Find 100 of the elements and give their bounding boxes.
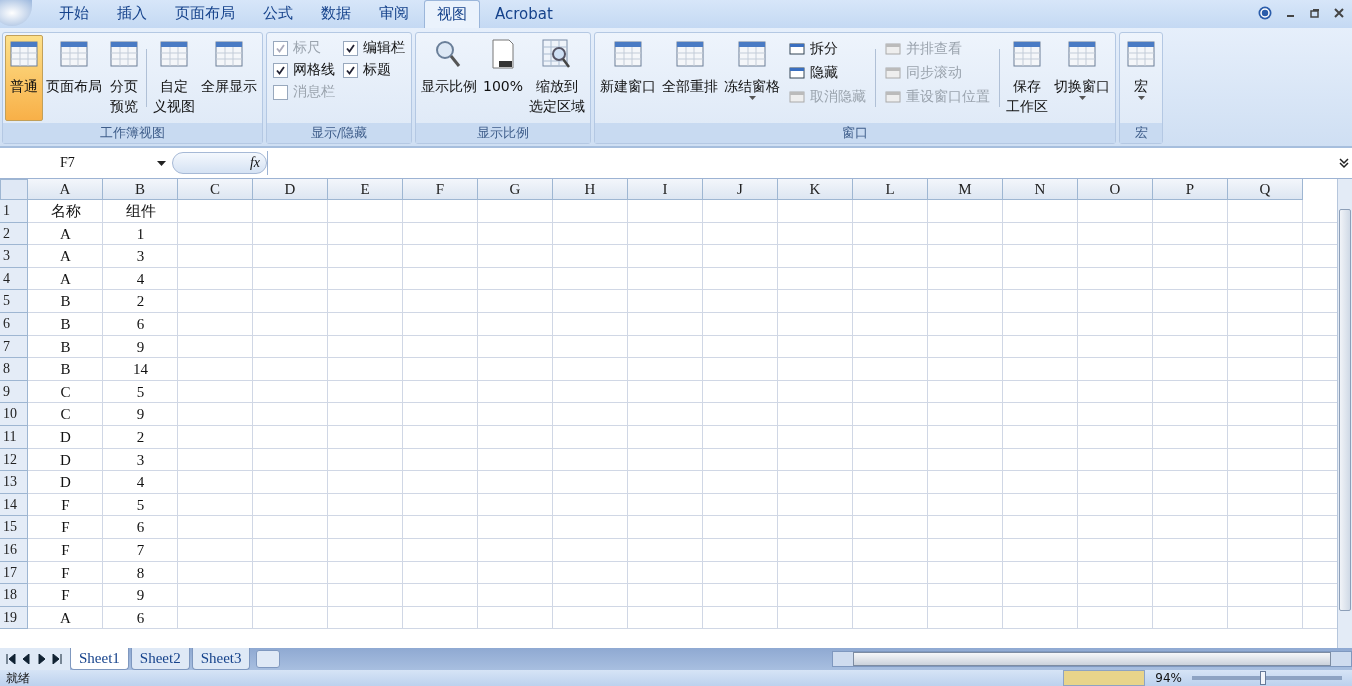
table-cell: 组件	[125, 203, 156, 219]
expand-icon[interactable]	[1338, 157, 1350, 169]
ribbon-tab[interactable]: 审阅	[366, 0, 422, 28]
ribbon-button[interactable]: 保存 工作区	[1003, 35, 1052, 121]
row-header[interactable]: 4	[0, 267, 28, 291]
table-cell: 2	[136, 428, 145, 445]
sheet-tab[interactable]: Sheet3	[191, 648, 251, 670]
ribbon-tab[interactable]: 公式	[250, 0, 306, 28]
vertical-scrollbar[interactable]	[1337, 179, 1352, 648]
ribbon-small-button[interactable]: 隐藏	[787, 63, 869, 83]
table-cell: F	[61, 587, 70, 604]
window-icon	[1066, 38, 1099, 70]
column-header[interactable]: I	[628, 179, 703, 200]
checkbox-option[interactable]: 网格线	[273, 61, 335, 79]
row-header[interactable]: 6	[0, 312, 28, 336]
column-header[interactable]: M	[928, 179, 1003, 200]
ribbon-small-button[interactable]: 拆分	[787, 39, 869, 59]
column-header[interactable]: A	[28, 179, 103, 200]
column-header[interactable]: K	[778, 179, 853, 200]
close-icon[interactable]	[1334, 8, 1344, 18]
row-header[interactable]: 10	[0, 403, 28, 426]
window-icon	[789, 43, 806, 55]
column-header[interactable]: P	[1153, 179, 1228, 200]
check-icon	[345, 42, 356, 54]
table-cell: A	[60, 609, 71, 626]
ribbon-button[interactable]: 宏	[1122, 35, 1161, 121]
column-header[interactable]: J	[703, 179, 778, 200]
ribbon-button[interactable]: 页面布局	[43, 35, 105, 121]
column-header[interactable]: D	[253, 179, 328, 200]
row-header[interactable]: 19	[0, 606, 28, 630]
column-header[interactable]: E	[328, 179, 403, 200]
row-header[interactable]: 12	[0, 448, 28, 472]
check-icon	[345, 64, 356, 76]
sheet-tab[interactable]: Sheet1	[70, 648, 129, 670]
horizontal-scrollbar[interactable]	[832, 651, 1352, 667]
checkbox-option[interactable]: 编辑栏	[343, 39, 405, 57]
table-cell: 4	[136, 270, 145, 287]
column-header[interactable]: O	[1078, 179, 1153, 200]
row-header[interactable]: 16	[0, 538, 28, 562]
insert-sheet-icon[interactable]	[256, 650, 281, 668]
help-icon[interactable]	[1258, 6, 1272, 20]
row-header[interactable]: 13	[0, 471, 28, 494]
table-cell: 14	[133, 361, 148, 378]
ribbon-button[interactable]: 新建窗口	[597, 35, 660, 121]
row-header[interactable]: 8	[0, 358, 28, 381]
row-header[interactable]: 18	[0, 584, 28, 607]
column-header[interactable]: Q	[1228, 179, 1303, 200]
insert-function-button[interactable]: fx	[172, 152, 267, 174]
column-header[interactable]: C	[178, 179, 253, 200]
table-cell: 2	[136, 293, 145, 310]
row-header[interactable]: 2	[0, 222, 28, 246]
name-box[interactable]: F7	[0, 151, 172, 175]
ribbon-button[interactable]: 切换窗口	[1051, 35, 1114, 121]
column-header[interactable]: H	[553, 179, 628, 200]
column-header[interactable]: F	[403, 179, 478, 200]
row-header[interactable]: 17	[0, 561, 28, 585]
sheet-navigation-icon[interactable]	[0, 648, 70, 670]
row-header[interactable]: 14	[0, 493, 28, 517]
row-header[interactable]: 1	[0, 200, 28, 223]
ribbon-button[interactable]: 缩放到 选定区域	[526, 35, 589, 121]
ribbon-tab[interactable]: Acrobat	[482, 0, 566, 28]
table-cell: 5	[136, 383, 145, 400]
zoom-slider-thumb[interactable]	[1259, 671, 1266, 685]
ribbon-tab[interactable]: 数据	[308, 0, 364, 28]
table-cell: 6	[136, 519, 145, 536]
window-icon	[736, 38, 769, 70]
status-text: 就绪	[5, 670, 31, 686]
table-cell: B	[60, 293, 71, 310]
ribbon-tab[interactable]: 视图	[424, 0, 480, 28]
ribbon-button[interactable]: 自定 义视图	[150, 35, 198, 121]
table-cell: 6	[136, 315, 145, 332]
ribbon-tab[interactable]: 开始	[46, 0, 102, 28]
checkbox-option[interactable]: 标题	[343, 61, 405, 79]
ribbon-button[interactable]: 显示比例	[418, 35, 480, 121]
row-header[interactable]: 15	[0, 516, 28, 539]
window-icon	[58, 38, 90, 70]
window-icon	[885, 91, 902, 103]
column-header[interactable]: G	[478, 179, 553, 200]
row-header[interactable]: 3	[0, 245, 28, 268]
ribbon-tab[interactable]: 页面布局	[162, 0, 248, 28]
row-header[interactable]: 11	[0, 425, 28, 449]
window-icon	[789, 67, 806, 79]
restore-icon[interactable]	[1310, 8, 1320, 18]
group-title: 宏	[1120, 123, 1163, 143]
table-cell: 5	[136, 496, 145, 513]
ribbon-button[interactable]: 冻结窗格	[721, 35, 784, 121]
column-header[interactable]: L	[853, 179, 928, 200]
ribbon-button[interactable]: 全屏显示	[198, 35, 260, 121]
column-header[interactable]: B	[103, 179, 178, 200]
ribbon-button[interactable]: 全部重排	[659, 35, 722, 121]
ribbon-button[interactable]: 普通	[5, 35, 43, 121]
ribbon-button[interactable]: 100%	[480, 35, 527, 121]
table-cell: 8	[136, 564, 145, 581]
column-header[interactable]: N	[1003, 179, 1078, 200]
row-header[interactable]: 7	[0, 335, 28, 359]
row-header[interactable]: 9	[0, 380, 28, 404]
ribbon-button[interactable]: 分页 预览	[105, 35, 143, 121]
ribbon-tab[interactable]: 插入	[104, 0, 160, 28]
sheet-tab[interactable]: Sheet2	[130, 648, 190, 670]
row-header[interactable]: 5	[0, 290, 28, 313]
